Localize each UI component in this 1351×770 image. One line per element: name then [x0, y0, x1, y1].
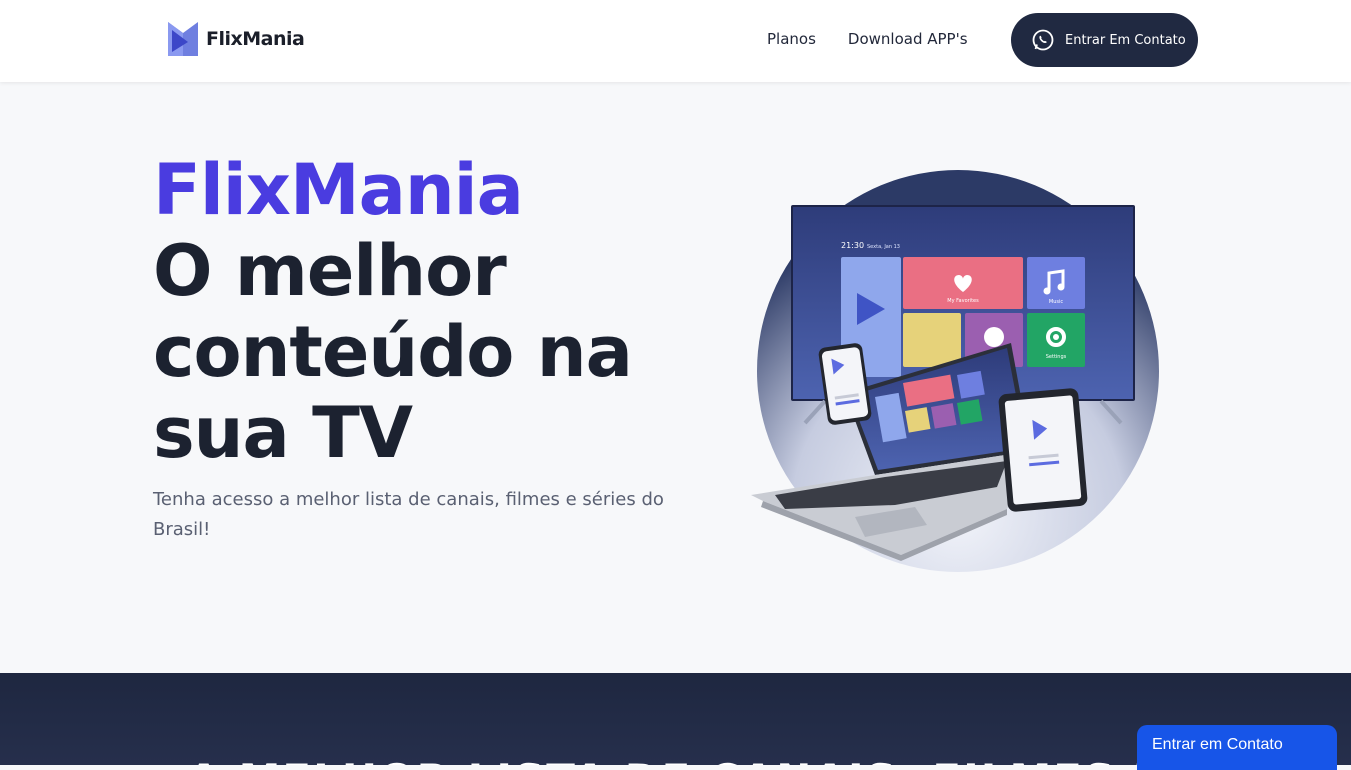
- tv-tile-label: Settings: [1046, 354, 1067, 360]
- tablet-device: [998, 388, 1088, 512]
- nav-link-download-apps[interactable]: Download APP's: [848, 30, 968, 48]
- flixmania-logo-icon: [168, 22, 198, 56]
- nav-link-planos[interactable]: Planos: [767, 30, 816, 48]
- hero-title-line: O melhor: [153, 230, 507, 312]
- tv-tile-label: My Favorites: [947, 298, 979, 304]
- hero-title: FlixMania O melhor conteúdo na sua TV: [153, 150, 713, 474]
- hero-title-line: sua TV: [153, 392, 413, 474]
- devices-illustration: 21:30 Sexta, Jan 13 My Favorites Music S…: [751, 170, 1159, 572]
- main-nav: Planos Download APP's: [767, 30, 968, 48]
- tv-tile-label: Music: [1049, 299, 1063, 305]
- contact-button[interactable]: Entrar Em Contato: [1011, 13, 1198, 67]
- brand-logo[interactable]: FlixMania: [168, 22, 305, 56]
- hero-subtitle: Tenha acesso a melhor lista de canais, f…: [153, 489, 664, 540]
- whatsapp-icon: [1032, 29, 1054, 51]
- hero-brand: FlixMania: [153, 149, 524, 231]
- floating-contact-tab[interactable]: Entrar em Contato: [1137, 725, 1337, 770]
- tv-clock: 21:30: [841, 241, 864, 250]
- hero-title-line: conteúdo na: [153, 311, 633, 393]
- brand-name: FlixMania: [206, 28, 305, 50]
- tv-date: Sexta, Jan 13: [867, 244, 900, 250]
- contact-button-label: Entrar Em Contato: [1065, 32, 1186, 48]
- site-header: FlixMania Planos Download APP's Entrar E…: [0, 0, 1351, 82]
